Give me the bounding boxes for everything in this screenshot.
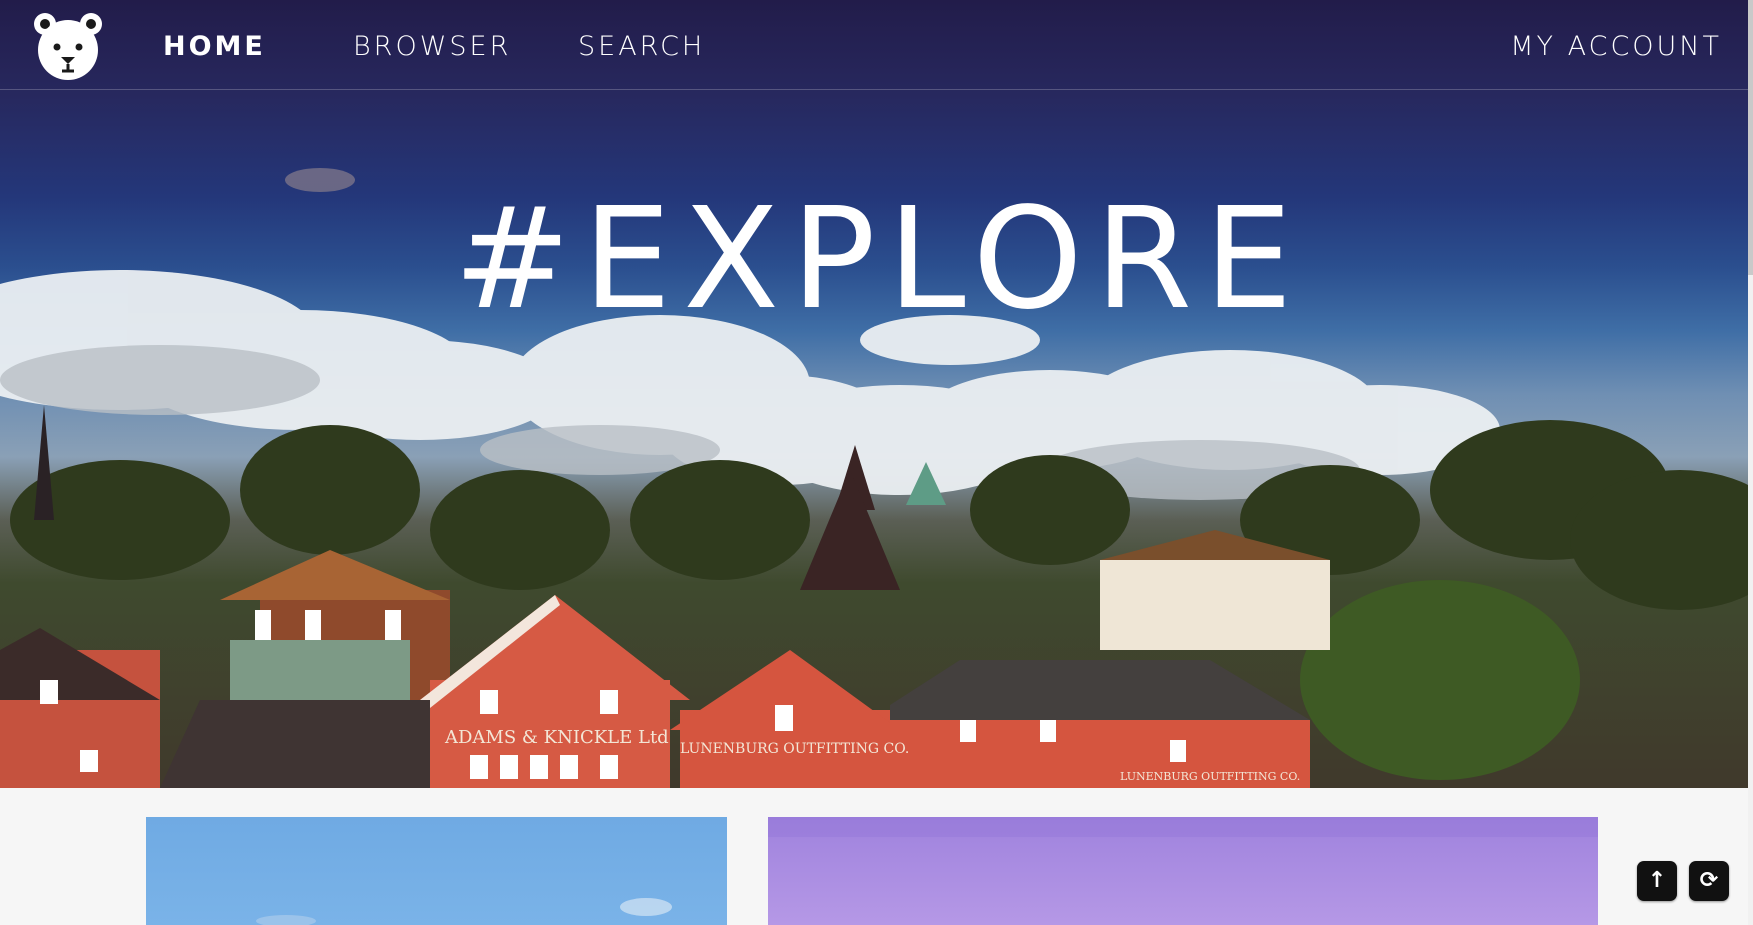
nav-search[interactable]: SEARCH bbox=[578, 27, 705, 67]
hero-background-photo: ADAMS & KNICKLE Ltd LUNENBURG OUTFITTING… bbox=[0, 168, 1748, 788]
sign-outfitting-1: LUNENBURG OUTFITTING CO. bbox=[680, 741, 909, 757]
scrollbar-thumb[interactable] bbox=[1748, 0, 1753, 275]
photo-card-purple-sky[interactable] bbox=[768, 817, 1598, 925]
sign-adams-knickle: ADAMS & KNICKLE Ltd bbox=[444, 727, 669, 748]
photo-card-blue-sky[interactable] bbox=[146, 817, 727, 925]
bear-head-icon[interactable] bbox=[32, 10, 104, 82]
hero-title: #EXPLORE bbox=[453, 178, 1305, 341]
purple-sky-photo bbox=[768, 817, 1598, 837]
hero-banner: ADAMS & KNICKLE Ltd LUNENBURG OUTFITTING… bbox=[0, 0, 1748, 788]
top-navbar: HOME BROWSER SEARCH MY ACCOUNT bbox=[0, 0, 1748, 90]
nav-browser[interactable]: BROWSER bbox=[353, 27, 511, 67]
sign-outfitting-2: LUNENBURG OUTFITTING CO. bbox=[1120, 770, 1300, 783]
nav-home[interactable]: HOME bbox=[163, 27, 266, 67]
refresh-icon[interactable]: ⟳ bbox=[1689, 861, 1729, 901]
blue-sky-photo bbox=[256, 898, 672, 925]
nav-my-account[interactable]: MY ACCOUNT bbox=[1510, 27, 1722, 67]
arrow-up-icon[interactable]: ↑ bbox=[1637, 861, 1677, 901]
page: ADAMS & KNICKLE Ltd LUNENBURG OUTFITTING… bbox=[0, 0, 1753, 925]
